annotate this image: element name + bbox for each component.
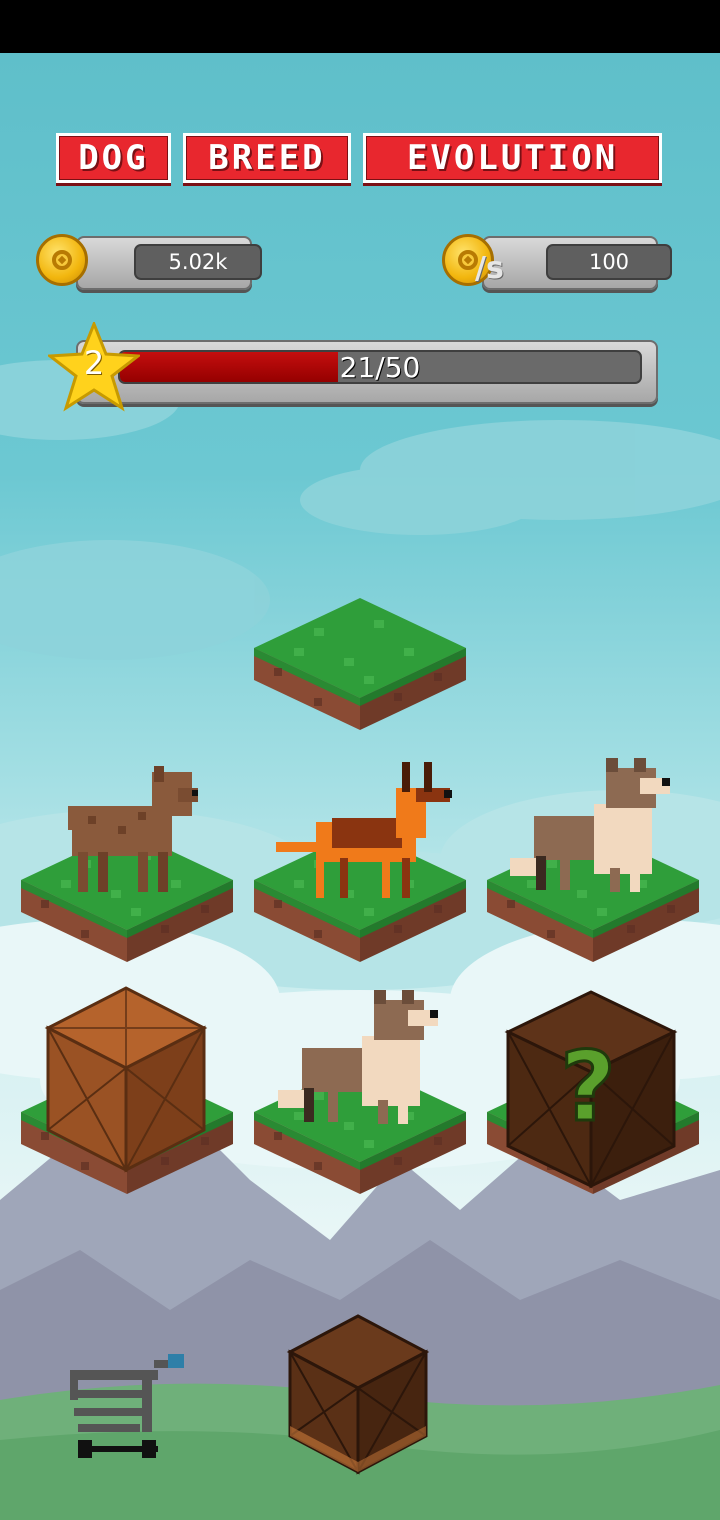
merge-board: ?	[21, 598, 699, 1475]
shopping-cart-icon[interactable]	[64, 1350, 194, 1468]
wooden-crate[interactable]	[44, 986, 208, 1173]
mystery-crate[interactable]: ?	[504, 990, 678, 1189]
spawner-crate[interactable]	[286, 1314, 430, 1475]
board-tile-top[interactable]	[254, 598, 466, 730]
game-screen: DOG BREED EVOLUTION 5.02k 100 /s 21/50 2	[0, 0, 720, 1520]
question-mark-icon: ?	[560, 1031, 616, 1143]
